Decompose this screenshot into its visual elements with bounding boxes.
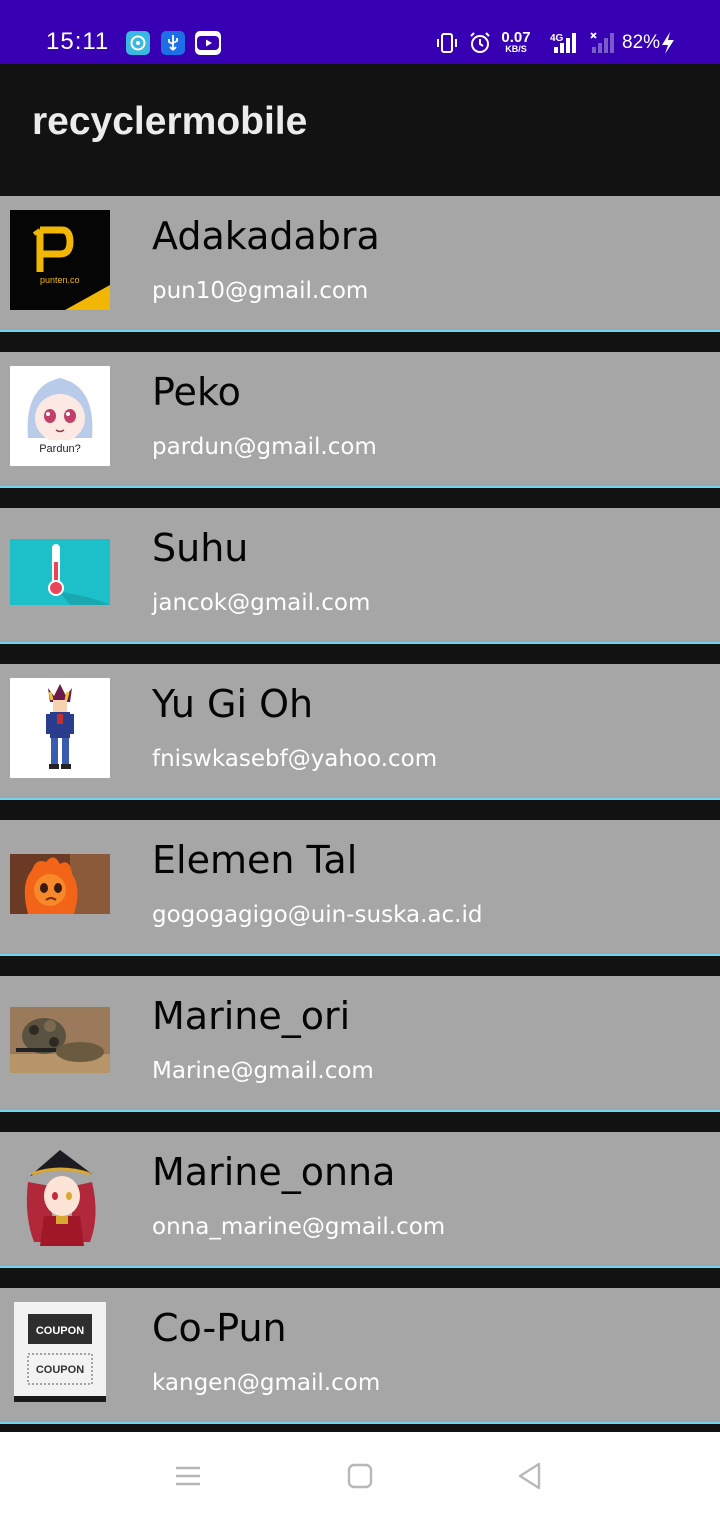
vibrate-icon (436, 31, 458, 55)
app-bar: recyclermobile (0, 64, 720, 196)
signal-empty-icon (588, 31, 616, 55)
signal-4g-icon: 4G (540, 31, 580, 55)
pixel-character-thumbnail (10, 678, 110, 778)
chat-app-icon (126, 31, 150, 55)
pardun-caption: Pardun? (39, 443, 81, 455)
contact-email: jancok@gmail.com (152, 590, 371, 616)
contact-email: kangen@gmail.com (152, 1370, 381, 1396)
contact-name: Marine_onna (152, 1150, 396, 1194)
contact-email: pun10@gmail.com (152, 278, 369, 304)
status-bar: 15:11 0.07 KB/S 4G 82% (0, 0, 720, 64)
charging-icon (660, 31, 676, 55)
punten-logo-thumbnail: punten.co (10, 210, 110, 310)
battery-percent: 82% (622, 32, 661, 53)
contact-name: Marine_ori (152, 994, 351, 1038)
contact-email: pardun@gmail.com (152, 434, 377, 460)
pirate-anime-girl-thumbnail (10, 1146, 110, 1246)
contact-item-elemen-tal[interactable]: Elemen Tal gogogagigo@uin-suska.ac.id (0, 820, 720, 956)
contact-item-marine-onna[interactable]: Marine_onna onna_marine@gmail.com (0, 1132, 720, 1268)
contact-item-adakadabra[interactable]: punten.co Adakadabra pun10@gmail.com (0, 196, 720, 332)
coupon-label-bottom: COUPON (36, 1364, 84, 1376)
contact-item-co-pun[interactable]: COUPON COUPON Co-Pun kangen@gmail.com (0, 1288, 720, 1424)
network-type-label: 4G (550, 33, 564, 44)
fire-character-thumbnail (10, 834, 110, 934)
contact-name: Yu Gi Oh (152, 682, 314, 726)
soldier-camouflage-thumbnail (10, 990, 110, 1090)
contact-name: Co-Pun (152, 1306, 287, 1350)
home-icon[interactable] (344, 1460, 376, 1492)
contact-item-yu-gi-oh[interactable]: Yu Gi Oh fniswkasebf@yahoo.com (0, 664, 720, 800)
network-speed-unit: KB/S (505, 44, 527, 54)
contact-email: Marine@gmail.com (152, 1058, 374, 1084)
youtube-icon (195, 31, 221, 55)
coupon-thumbnail: COUPON COUPON (10, 1302, 110, 1402)
network-speed: 0.07 KB/S (500, 30, 532, 54)
usb-icon (161, 31, 185, 55)
contact-name: Adakadabra (152, 214, 380, 258)
alarm-icon (468, 31, 492, 55)
app-title: recyclermobile (32, 100, 308, 143)
contact-list[interactable]: punten.co Adakadabra pun10@gmail.com Par… (0, 196, 720, 1432)
contact-item-suhu[interactable]: Suhu jancok@gmail.com (0, 508, 720, 644)
contact-email: onna_marine@gmail.com (152, 1214, 446, 1240)
contact-item-marine-ori[interactable]: Marine_ori Marine@gmail.com (0, 976, 720, 1112)
navigation-bar (0, 1432, 720, 1520)
contact-email: gogogagigo@uin-suska.ac.id (152, 902, 483, 928)
contact-name: Peko (152, 370, 241, 414)
contact-item-peko[interactable]: Pardun? Peko pardun@gmail.com (0, 352, 720, 488)
punten-logo-text: punten.co (40, 275, 80, 285)
contact-email: fniswkasebf@yahoo.com (152, 746, 438, 772)
coupon-label-top: COUPON (36, 1325, 84, 1337)
menu-icon[interactable] (172, 1460, 204, 1492)
contact-name: Suhu (152, 526, 249, 570)
back-icon[interactable] (514, 1460, 546, 1492)
thermometer-thumbnail (10, 522, 110, 622)
status-time: 15:11 (46, 28, 110, 55)
anime-girl-pardun-thumbnail: Pardun? (10, 366, 110, 466)
contact-name: Elemen Tal (152, 838, 358, 882)
network-speed-value: 0.07 (501, 29, 531, 46)
